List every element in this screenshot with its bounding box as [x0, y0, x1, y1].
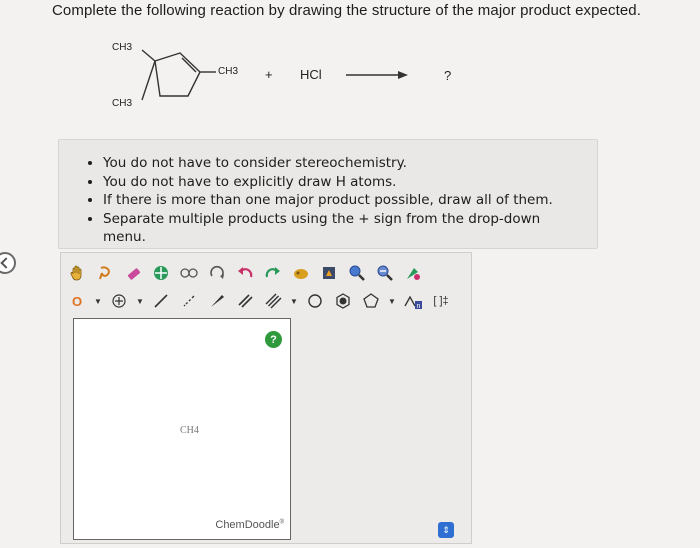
chevron-down-icon[interactable]: ▼ [387, 297, 397, 306]
drawing-canvas[interactable]: ? CH4 ChemDoodle® [73, 318, 291, 540]
methyl-label-top: CH3 [112, 42, 133, 53]
methyl-label-bottom: CH3 [112, 98, 133, 109]
toolbar-row-2: O ▼ ▼ ▼ ▼ n []‡ [65, 287, 453, 315]
lasso-icon[interactable] [93, 261, 117, 285]
instruction-item: You do not have to explicitly draw H ato… [103, 173, 587, 192]
atom-tool[interactable]: O [65, 289, 89, 313]
zoom-out-icon[interactable] [373, 261, 397, 285]
up-down-stepper-icon[interactable]: ⇕ [438, 522, 454, 538]
rotate-icon[interactable] [205, 261, 229, 285]
product-placeholder: ? [444, 68, 452, 83]
chevron-down-icon[interactable]: ▼ [93, 297, 103, 306]
canvas-molecule-label: CH4 [180, 425, 199, 436]
reaction-arrowhead [398, 71, 408, 79]
collapse-toggle-icon[interactable] [0, 252, 16, 274]
clean-structure-icon[interactable] [401, 261, 425, 285]
eraser-icon[interactable] [121, 261, 145, 285]
charge-plus-icon[interactable] [107, 289, 131, 313]
ring-cyclopropane-icon[interactable] [303, 289, 327, 313]
zoom-in-icon[interactable] [345, 261, 369, 285]
plus-sign: + [265, 67, 273, 82]
instruction-item: If there is more than one major product … [103, 191, 587, 210]
chevron-down-icon[interactable]: ▼ [135, 297, 145, 306]
instructions-box: You do not have to consider stereochemis… [58, 139, 598, 249]
bond-top-methyl [141, 49, 156, 62]
wedge-bond-icon[interactable] [205, 289, 229, 313]
svg-text:n: n [417, 303, 421, 310]
single-bond-icon[interactable] [149, 289, 173, 313]
toolbar-row-1 [65, 259, 425, 287]
ring-benzene-icon[interactable] [331, 289, 355, 313]
template-icon[interactable] [317, 261, 341, 285]
cyclopentene-ring [154, 52, 201, 97]
reagent-hcl: HCl [300, 67, 322, 82]
bond-bottom-methyl [141, 60, 156, 101]
flip-icon[interactable] [177, 261, 201, 285]
instructions-list: You do not have to consider stereochemis… [85, 154, 587, 247]
methyl-label-right: CH3 [218, 66, 239, 77]
ring-pentagon-icon[interactable] [359, 289, 383, 313]
reaction-scheme: CH3 CH3 CH3 + HCl ? [100, 36, 480, 120]
hashed-bond-icon[interactable] [177, 289, 201, 313]
undo-icon[interactable] [233, 261, 257, 285]
chain-template-icon[interactable]: n [401, 289, 425, 313]
clean-icon[interactable] [289, 261, 313, 285]
chemdoodle-editor: O ▼ ▼ ▼ ▼ n []‡ ? CH4 ChemDoodle® [60, 252, 472, 544]
bracket-tool[interactable]: [ ]‡ [429, 289, 453, 313]
instruction-item: You do not have to consider stereochemis… [103, 154, 587, 173]
help-icon[interactable]: ? [265, 331, 282, 348]
question-text: Complete the following reaction by drawi… [52, 2, 642, 19]
redo-icon[interactable] [261, 261, 285, 285]
chemdoodle-brand: ChemDoodle® [215, 519, 284, 531]
reaction-svg [141, 49, 408, 101]
triple-bond-icon[interactable] [261, 289, 285, 313]
center-icon[interactable] [149, 261, 173, 285]
chevron-down-icon[interactable]: ▼ [289, 297, 299, 306]
instruction-item: Separate multiple products using the + s… [103, 210, 587, 247]
hand-pan-icon[interactable] [65, 261, 89, 285]
ring-double-bond [181, 57, 197, 73]
double-bond-icon[interactable] [233, 289, 257, 313]
